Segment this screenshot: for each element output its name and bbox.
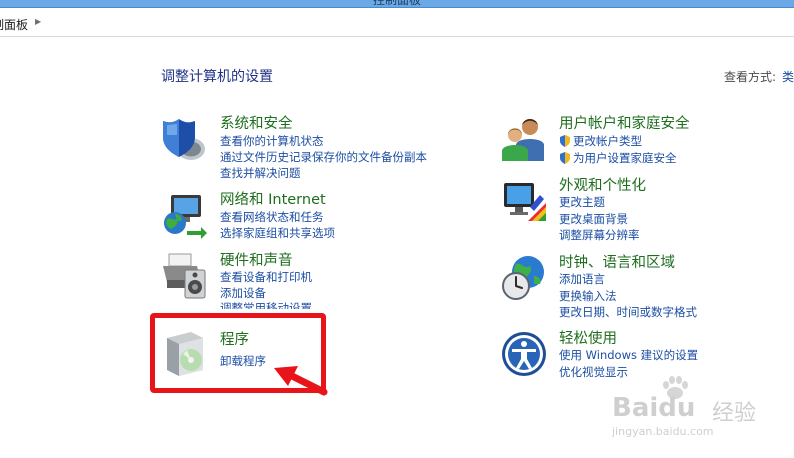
annotation-arrow-icon [274,366,328,396]
link-change-input-method[interactable]: 更换输入法 [559,288,617,304]
watermark-brand-cn: 经验 [712,401,757,426]
category-title-system-security[interactable]: 系统和安全 [220,115,293,133]
users-icon[interactable] [500,115,548,163]
link-family-safety[interactable]: 为用户设置家庭安全 [559,150,677,166]
ease-of-access-icon[interactable] [500,330,548,378]
view-by-label: 查看方式: [724,70,777,84]
watermark-brand: Baidu [612,393,696,423]
breadcrumb-chevron-icon[interactable]: ▶ [35,17,41,26]
personalization-icon[interactable] [500,177,548,225]
link-windows-recommended-settings[interactable]: 使用 Windows 建议的设置 [559,347,698,363]
link-file-history-backup[interactable]: 通过文件历史记录保存你的文件备份副本 [220,149,427,165]
uac-shield-icon [560,152,570,164]
category-title-hardware-sound[interactable]: 硬件和声音 [220,252,293,270]
shield-icon[interactable] [161,115,209,163]
category-title-network-internet[interactable]: 网络和 Internet [220,191,326,209]
window-titlebar: 控制面板 [0,0,794,8]
link-change-account-type-label: 更改帐户类型 [573,134,642,148]
link-family-safety-label: 为用户设置家庭安全 [573,151,677,165]
printer-speaker-icon[interactable] [161,252,209,300]
breadcrumb-control-panel[interactable]: 制面板 [0,16,28,33]
uac-shield-icon [560,135,570,147]
clock-globe-icon[interactable] [500,254,548,302]
view-by-dropdown[interactable]: 类 [782,70,794,84]
window-title: 控制面板 [372,0,421,7]
link-change-theme[interactable]: 更改主题 [559,194,605,210]
category-title-ease-of-access[interactable]: 轻松使用 [559,330,617,348]
link-add-language[interactable]: 添加语言 [559,271,605,287]
link-devices-printers[interactable]: 查看设备和打印机 [220,269,312,285]
baidu-watermark: Baidu 经验 jingyan.baidu.com [612,376,782,441]
watermark-url: jingyan.baidu.com [612,425,714,438]
address-bar[interactable]: 制面板 ▶ [0,8,794,37]
link-homegroup-sharing[interactable]: 选择家庭组和共享选项 [220,225,335,241]
category-title-clock-language-region[interactable]: 时钟、语言和区域 [559,254,675,272]
link-desktop-background[interactable]: 更改桌面背景 [559,211,628,227]
link-mobility-settings[interactable]: 调整常用移动设置 [220,300,312,309]
category-title-user-accounts[interactable]: 用户帐户和家庭安全 [559,115,690,133]
category-title-appearance[interactable]: 外观和个性化 [559,177,646,195]
view-by: 查看方式: 类 [724,68,794,85]
link-change-account-type[interactable]: 更改帐户类型 [559,133,642,149]
page-title: 调整计算机的设置 [161,69,273,85]
link-optimize-visual-display[interactable]: 优化视觉显示 [559,364,628,380]
link-troubleshoot[interactable]: 查找并解决问题 [220,165,301,181]
globe-network-icon[interactable] [161,191,209,239]
link-network-status[interactable]: 查看网络状态和任务 [220,209,324,225]
link-view-computer-status[interactable]: 查看你的计算机状态 [220,133,324,149]
link-screen-resolution[interactable]: 调整屏幕分辨率 [559,227,640,243]
link-date-time-format[interactable]: 更改日期、时间或数字格式 [559,304,697,320]
link-add-device[interactable]: 添加设备 [220,285,266,301]
